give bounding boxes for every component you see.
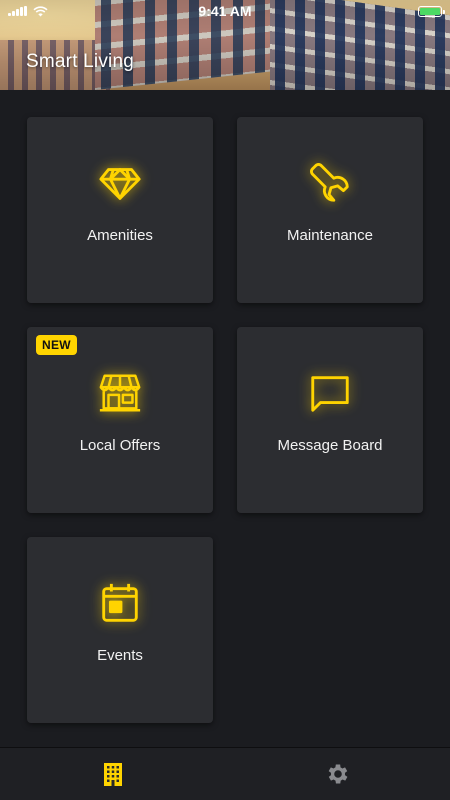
status-time: 9:41 AM	[198, 3, 252, 19]
feature-grid: Amenities Maintenance NEW Local Offers M…	[27, 117, 423, 723]
tile-label: Local Offers	[79, 437, 161, 454]
header-banner: 9:41 AM Smart Living	[0, 0, 450, 90]
tab-home[interactable]	[0, 748, 225, 800]
battery-level	[420, 7, 440, 15]
wifi-icon	[33, 5, 48, 16]
cellular-signal-icon	[8, 6, 27, 16]
calendar-icon	[96, 579, 144, 627]
app-title: Smart Living	[26, 51, 134, 72]
bottom-tab-bar	[0, 747, 450, 800]
tile-maintenance[interactable]: Maintenance	[237, 117, 423, 303]
battery-icon	[418, 5, 445, 17]
new-badge: NEW	[36, 335, 77, 355]
status-bar: 9:41 AM	[0, 0, 450, 22]
tab-settings[interactable]	[225, 748, 450, 800]
wrench-icon	[306, 159, 354, 207]
tile-label: Events	[97, 647, 143, 664]
chat-bubble-icon	[306, 369, 354, 417]
tile-message-board[interactable]: Message Board	[237, 327, 423, 513]
gear-icon	[328, 764, 347, 784]
tile-label: Message Board	[277, 437, 383, 454]
building-icon	[103, 763, 122, 786]
storefront-icon	[96, 369, 144, 417]
tile-local-offers[interactable]: NEW Local Offers	[27, 327, 213, 513]
tile-label: Amenities	[87, 227, 153, 244]
diamond-icon	[96, 159, 144, 207]
tile-label: Maintenance	[287, 227, 373, 244]
tile-events[interactable]: Events	[27, 537, 213, 723]
tile-amenities[interactable]: Amenities	[27, 117, 213, 303]
